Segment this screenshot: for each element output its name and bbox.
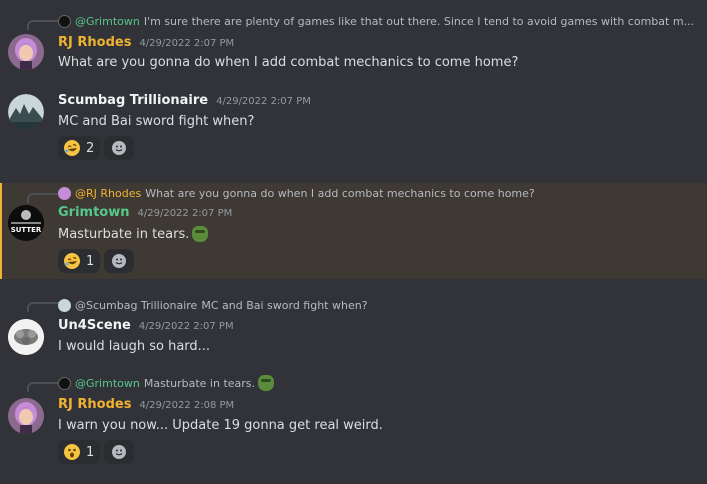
message-header: RJ Rhodes 4/29/2022 2:07 PM <box>58 35 234 53</box>
message-text: I would laugh so hard... <box>58 339 211 354</box>
grimtown-mini-avatar <box>58 376 71 390</box>
grimtown-avatar-text: SUTTER <box>10 226 42 234</box>
reactions-bar: 2 <box>58 136 135 160</box>
timestamp: 4/29/2022 2:07 PM <box>216 96 311 107</box>
message-content: Masturbate in tears. <box>58 226 209 242</box>
message-text: What are you gonna do when I add combat … <box>58 55 519 70</box>
rolling-on-floor-laughing-icon <box>64 253 80 269</box>
timestamp: 4/29/2022 2:07 PM <box>139 38 235 49</box>
astonished-face-icon <box>64 444 80 460</box>
add-reaction-button[interactable] <box>104 136 135 160</box>
rj-rhodes-mini-avatar <box>58 186 71 200</box>
reaction-count: 2 <box>86 140 95 156</box>
reaction-count: 1 <box>86 444 95 460</box>
message-header: Un4Scene 4/29/2022 2:07 PM <box>58 318 234 336</box>
reply-author[interactable]: @Grimtown <box>75 377 140 390</box>
message-header: RJ Rhodes 4/29/2022 2:08 PM <box>58 397 234 415</box>
message-rj-rhodes-1: @Grimtown I'm sure there are plenty of g… <box>0 0 707 80</box>
reactions-bar: 1 <box>58 440 135 464</box>
reply-text: I'm sure there are plenty of games like … <box>143 14 695 28</box>
grimtown-mini-avatar <box>58 14 71 28</box>
pepe-cry-emoji-icon <box>258 375 275 391</box>
reply-preview[interactable]: @Grimtown I'm sure there are plenty of g… <box>58 13 698 29</box>
author-name[interactable]: Grimtown <box>58 205 130 220</box>
add-reaction-icon <box>112 254 127 268</box>
reply-author[interactable]: @RJ Rhodes <box>75 187 141 200</box>
scumbag-trillionaire-mini-avatar <box>58 298 71 312</box>
author-name[interactable]: RJ Rhodes <box>58 35 131 50</box>
timestamp: 4/29/2022 2:07 PM <box>138 321 234 332</box>
rj-rhodes-avatar[interactable] <box>8 34 44 70</box>
reaction-count: 1 <box>86 253 95 269</box>
reply-preview[interactable]: @RJ Rhodes What are you gonna do when I … <box>58 185 698 201</box>
author-name[interactable]: RJ Rhodes <box>58 397 131 412</box>
reply-text: Masturbate in tears. <box>143 376 256 390</box>
author-name[interactable]: Un4Scene <box>58 318 131 333</box>
rj-rhodes-avatar[interactable] <box>8 398 44 434</box>
rolling-on-floor-laughing-icon <box>64 140 80 156</box>
reply-author[interactable]: @Grimtown <box>75 15 140 28</box>
reactions-bar: 1 <box>58 249 135 273</box>
reaction-astonished[interactable]: 1 <box>58 440 101 464</box>
timestamp: 4/29/2022 2:08 PM <box>139 400 235 411</box>
reply-spine <box>27 193 59 203</box>
un4scene-avatar[interactable] <box>8 319 44 355</box>
grimtown-avatar[interactable]: SUTTER <box>8 205 44 241</box>
message-rj-rhodes-2: @Grimtown Masturbate in tears. RJ Rhodes… <box>0 370 707 484</box>
timestamp: 4/29/2022 2:07 PM <box>137 208 233 219</box>
message-scumbag-trillionaire: Scumbag Trillionaire 4/29/2022 2:07 PM M… <box>0 86 707 170</box>
message-text: Masturbate in tears. <box>58 226 190 242</box>
reply-text: MC and Bai sword fight when? <box>201 298 368 312</box>
reply-text: What are you gonna do when I add combat … <box>145 186 535 200</box>
add-reaction-icon <box>112 141 127 155</box>
add-reaction-button[interactable] <box>104 249 135 273</box>
reply-spine <box>27 20 59 30</box>
reply-author[interactable]: @Scumbag Trillionaire <box>75 299 197 312</box>
reaction-rofl[interactable]: 1 <box>58 249 101 273</box>
message-grimtown-mention: @RJ Rhodes What are you gonna do when I … <box>0 183 707 279</box>
message-header: Grimtown 4/29/2022 2:07 PM <box>58 205 232 223</box>
message-text: MC and Bai sword fight when? <box>58 114 255 129</box>
message-header: Scumbag Trillionaire 4/29/2022 2:07 PM <box>58 93 311 111</box>
author-name[interactable]: Scumbag Trillionaire <box>58 93 208 108</box>
scumbag-trillionaire-avatar[interactable] <box>8 94 44 130</box>
message-un4scene: @Scumbag Trillionaire MC and Bai sword f… <box>0 292 707 362</box>
add-reaction-button[interactable] <box>104 440 135 464</box>
reply-spine <box>27 382 59 392</box>
message-text: I warn you now... Update 19 gonna get re… <box>58 418 383 433</box>
reply-spine <box>27 302 59 312</box>
reply-preview[interactable]: @Grimtown Masturbate in tears. <box>58 375 698 391</box>
pepe-cry-emoji-icon <box>192 226 209 242</box>
reaction-rofl[interactable]: 2 <box>58 136 101 160</box>
add-reaction-icon <box>112 445 127 459</box>
reply-preview[interactable]: @Scumbag Trillionaire MC and Bai sword f… <box>58 297 698 313</box>
